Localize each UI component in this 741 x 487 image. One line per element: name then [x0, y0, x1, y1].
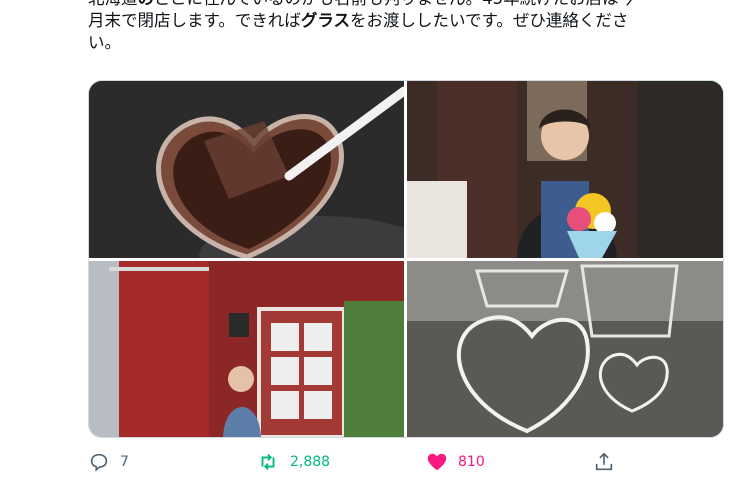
tweet-text-part: をお渡ししたいです。ぜひ連絡くださ [350, 11, 629, 30]
heart-icon [426, 451, 448, 473]
heart-glass-drink-illustration [89, 81, 404, 258]
like-button[interactable]: 810 [426, 446, 485, 478]
media-grid [88, 80, 724, 438]
reply-count: 7 [120, 454, 129, 470]
tweet-text: 北海道のどこに住んでいるのかも名前も判りません。45年続けたお店は今 月末で閉店… [88, 0, 728, 54]
photo-shop-exterior[interactable] [89, 261, 404, 437]
tweet-text-part: い。 [88, 33, 121, 52]
tweet-text-bold: の [138, 0, 155, 8]
owner-bouquet-illustration [407, 81, 723, 258]
reply-icon [88, 451, 110, 473]
photo-owner-bouquet[interactable] [407, 81, 723, 258]
heart-glasses-illustration [407, 261, 723, 437]
like-count: 810 [458, 454, 485, 470]
retweet-icon [256, 451, 280, 473]
retweet-button[interactable]: 2,888 [256, 446, 330, 478]
reply-button[interactable]: 7 [88, 446, 129, 478]
photo-heart-glass-drink[interactable] [89, 81, 404, 258]
tweet-actions: 7 2,888 810 [88, 446, 722, 478]
photo-heart-glasses[interactable] [407, 261, 723, 437]
shop-exterior-illustration [89, 261, 404, 437]
tweet-text-part: 北海道 [88, 0, 138, 8]
tweet-text-bold: グラス [300, 11, 351, 30]
tweet-text-part: 月末で閉店します。できれば [88, 11, 301, 30]
share-icon [593, 451, 615, 473]
tweet-text-part: どこに住んでいるのかも名前も判りません。45年続けたお店は今 [154, 0, 635, 8]
retweet-count: 2,888 [290, 454, 331, 470]
share-button[interactable] [593, 446, 615, 478]
